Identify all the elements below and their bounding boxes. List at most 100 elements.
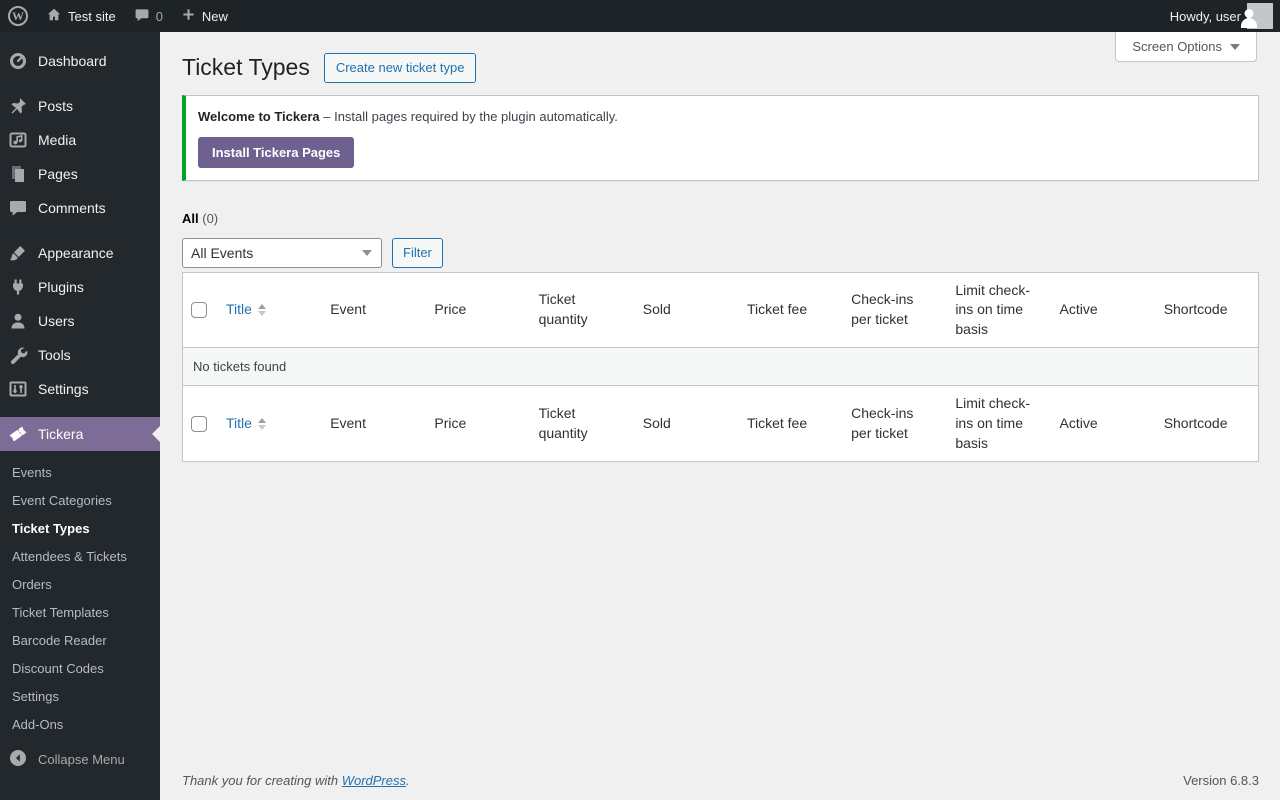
sidebar-item-pages[interactable]: Pages xyxy=(0,157,160,191)
sidebar-menu: Dashboard Posts Media Pages Comments Appearan… xyxy=(0,44,160,451)
page-title: Ticket Types xyxy=(182,53,310,83)
footer-thanks-text: Thank you for creating with WordPress. xyxy=(182,773,410,788)
admin-footer: Thank you for creating with WordPress. V… xyxy=(182,773,1259,788)
sidebar-item-label: Posts xyxy=(38,98,73,114)
submenu-item-ticket-templates[interactable]: Ticket Templates xyxy=(0,598,160,626)
submenu-item-settings[interactable]: Settings xyxy=(0,682,160,710)
select-all-checkbox-top[interactable] xyxy=(191,302,207,318)
admin-bar: W Test site 0 New Howdy, user xyxy=(0,0,1280,32)
sidebar-item-comments[interactable]: Comments xyxy=(0,191,160,225)
screen-options-label: Screen Options xyxy=(1132,39,1222,54)
settings-icon xyxy=(8,379,28,399)
sidebar-item-label: Tickera xyxy=(38,426,83,442)
comments-icon xyxy=(8,198,28,218)
column-header-sold: Sold xyxy=(633,386,737,461)
new-label: New xyxy=(202,9,228,24)
wordpress-link[interactable]: WordPress xyxy=(342,773,406,788)
ticket-types-table: Title EventPriceTicket quantitySoldTicket… xyxy=(182,272,1259,463)
column-header-active: Active xyxy=(1050,273,1154,349)
sidebar-item-settings[interactable]: Settings xyxy=(0,372,160,406)
tickera-submenu: EventsEvent CategoriesTicket TypesAttend… xyxy=(0,451,160,746)
media-icon xyxy=(8,130,28,150)
install-tickera-pages-button[interactable]: Install Tickera Pages xyxy=(198,137,354,168)
collapse-menu-label: Collapse Menu xyxy=(38,752,125,767)
sidebar-item-dashboard[interactable]: Dashboard xyxy=(0,44,160,78)
welcome-notice: Welcome to Tickera – Install pages requi… xyxy=(182,95,1259,181)
notice-title: Welcome to Tickera xyxy=(198,109,320,124)
column-label: Title xyxy=(226,414,252,434)
home-icon xyxy=(46,7,62,26)
new-content-menu[interactable]: New xyxy=(181,0,228,32)
submenu-item-ticket-types[interactable]: Ticket Types xyxy=(0,514,160,542)
table-nav: All Events Filter xyxy=(182,238,1259,268)
comments-count: 0 xyxy=(156,9,163,24)
events-filter-select[interactable]: All Events xyxy=(182,238,382,268)
column-header-sold: Sold xyxy=(633,273,737,349)
column-header-title: Title xyxy=(216,386,320,461)
column-header-event: Event xyxy=(320,273,424,349)
collapse-menu-button[interactable]: Collapse Menu xyxy=(0,742,160,776)
submenu-item-events[interactable]: Events xyxy=(0,458,160,486)
sidebar-item-label: Media xyxy=(38,132,76,148)
site-name-label: Test site xyxy=(68,9,116,24)
sidebar-item-tools[interactable]: Tools xyxy=(0,338,160,372)
admin-sidebar: Dashboard Posts Media Pages Comments Appearan… xyxy=(0,32,160,800)
comment-bubble-icon xyxy=(134,7,150,26)
pin-icon xyxy=(8,96,28,116)
select-all-checkbox-bottom[interactable] xyxy=(191,416,207,432)
submenu-item-orders[interactable]: Orders xyxy=(0,570,160,598)
sidebar-item-label: Appearance xyxy=(38,245,114,261)
sidebar-item-tickera[interactable]: Tickera xyxy=(0,417,160,451)
sort-by-title-link[interactable]: Title xyxy=(226,300,266,320)
submenu-item-add-ons[interactable]: Add-Ons xyxy=(0,710,160,738)
column-header-event: Event xyxy=(320,386,424,461)
pages-icon xyxy=(8,164,28,184)
collapse-arrow-icon xyxy=(8,748,28,771)
filter-all-link[interactable]: All xyxy=(182,211,199,226)
sidebar-item-plugins[interactable]: Plugins xyxy=(0,270,160,304)
table-footer-row: Title EventPriceTicket quantitySoldTicket… xyxy=(183,386,1258,461)
brush-icon xyxy=(8,243,28,263)
column-label: Title xyxy=(226,300,252,320)
site-name-link[interactable]: Test site xyxy=(46,0,116,32)
column-header-limit-check-ins-on-time-basis: Limit check-ins on time basis xyxy=(945,386,1049,461)
wrench-icon xyxy=(8,345,28,365)
create-new-ticket-type-button[interactable]: Create new ticket type xyxy=(324,53,477,83)
chevron-down-icon xyxy=(1230,44,1240,50)
column-header-title: Title xyxy=(216,273,320,349)
sidebar-item-label: Tools xyxy=(38,347,71,363)
column-header-shortcode: Shortcode xyxy=(1154,273,1258,349)
sidebar-item-posts[interactable]: Posts xyxy=(0,89,160,123)
wordpress-logo-menu[interactable]: W xyxy=(8,0,28,32)
sidebar-item-appearance[interactable]: Appearance xyxy=(0,236,160,270)
column-header-shortcode: Shortcode xyxy=(1154,386,1258,461)
sidebar-item-users[interactable]: Users xyxy=(0,304,160,338)
sort-by-title-link[interactable]: Title xyxy=(226,414,266,434)
column-header-ticket-fee: Ticket fee xyxy=(737,386,841,461)
sidebar-item-label: Pages xyxy=(38,166,78,182)
submenu-item-event-categories[interactable]: Event Categories xyxy=(0,486,160,514)
sidebar-item-media[interactable]: Media xyxy=(0,123,160,157)
column-header-price: Price xyxy=(424,386,528,461)
column-header-check-ins-per-ticket: Check-ins per ticket xyxy=(841,273,945,349)
filter-button[interactable]: Filter xyxy=(392,238,443,268)
user-avatar xyxy=(1247,3,1273,29)
column-header-ticket-quantity: Ticket quantity xyxy=(529,386,633,461)
submenu-item-discount-codes[interactable]: Discount Codes xyxy=(0,654,160,682)
plus-icon xyxy=(181,7,196,25)
comments-bubble-link[interactable]: 0 xyxy=(134,0,163,32)
submenu-item-attendees-tickets[interactable]: Attendees & Tickets xyxy=(0,542,160,570)
wordpress-logo-icon: W xyxy=(8,6,28,26)
current-menu-arrow xyxy=(152,426,160,442)
howdy-label: Howdy, user xyxy=(1170,9,1241,24)
sort-arrows-icon xyxy=(258,304,266,316)
filter-all-count: (0) xyxy=(202,211,218,226)
column-header-price: Price xyxy=(424,273,528,349)
screen-options-button[interactable]: Screen Options xyxy=(1115,32,1257,62)
column-header-active: Active xyxy=(1050,386,1154,461)
sidebar-item-label: Users xyxy=(38,313,75,329)
submenu-item-barcode-reader[interactable]: Barcode Reader xyxy=(0,626,160,654)
sidebar-item-label: Plugins xyxy=(38,279,84,295)
dashboard-icon xyxy=(8,51,28,71)
howdy-user-menu[interactable]: Howdy, user xyxy=(1170,3,1273,29)
